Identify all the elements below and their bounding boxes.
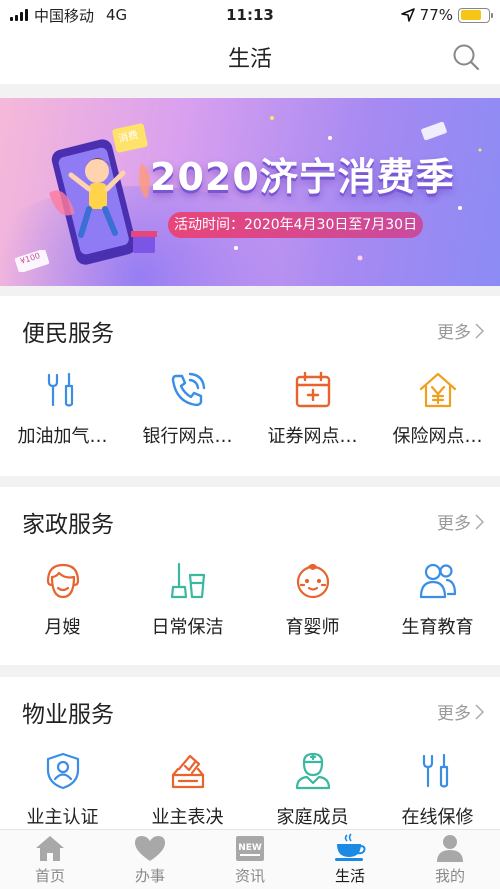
carrier-name: 中国移动 [34, 6, 95, 25]
section-header: 家政服务 更多 [0, 487, 500, 557]
service-item-nanny[interactable]: 月嫂 [0, 561, 125, 639]
network-type: 4G [106, 6, 128, 24]
tab-news[interactable]: NEW 资讯 [200, 830, 300, 889]
more-link[interactable]: 更多 [437, 699, 484, 724]
section-header: 便民服务 更多 [0, 296, 500, 366]
nurse-icon [295, 752, 330, 790]
item-label: 日常保洁 [151, 617, 224, 638]
service-item-cleaning[interactable]: 日常保洁 [125, 561, 250, 639]
item-label: 家庭成员 [276, 807, 349, 828]
service-item-babysitter[interactable]: 育婴师 [250, 561, 375, 639]
broom-bucket-icon [170, 562, 205, 599]
tab-label: 生活 [334, 867, 365, 885]
location-arrow-icon [400, 8, 415, 22]
item-label: 银行网点… [142, 426, 233, 447]
parent-child-icon [419, 563, 456, 599]
sparkle-dots [234, 116, 482, 261]
phone-icon [171, 372, 205, 407]
signal-icon [10, 9, 28, 21]
item-label: 月嫂 [44, 617, 81, 638]
section-property: 物业服务 更多 业主认证 业主表决 家庭成员 在线保修 [0, 677, 500, 829]
service-item-bank[interactable]: 银行网点… [125, 370, 250, 448]
nav-bar: 生活 [0, 30, 500, 84]
service-item-fuel[interactable]: 加油加气… [0, 370, 125, 448]
user-icon [437, 835, 463, 862]
section-title: 便民服务 [22, 321, 114, 347]
ballot-box-icon [171, 754, 204, 789]
item-label: 保险网点… [392, 426, 483, 447]
more-label: 更多 [437, 704, 471, 724]
more-link[interactable]: 更多 [437, 509, 484, 534]
svg-text:NEW: NEW [238, 843, 262, 853]
yuan-house-icon [419, 372, 456, 408]
tab-label: 我的 [434, 867, 465, 885]
page-title: 生活 [227, 47, 272, 72]
section-header: 物业服务 更多 [0, 677, 500, 747]
item-label: 业主表决 [151, 807, 224, 828]
heart-icon [135, 836, 165, 861]
service-item-parenting[interactable]: 生育教育 [375, 561, 500, 639]
calendar-icon [295, 371, 330, 408]
tab-bar: 首页 办事 NEW 资讯 生活 我的 [0, 829, 500, 889]
tab-label: 资讯 [234, 867, 265, 885]
chevron-right-icon [475, 322, 484, 339]
service-item-securities[interactable]: 证券网点… [250, 370, 375, 448]
more-link[interactable]: 更多 [437, 318, 484, 343]
service-item-owner-vote[interactable]: 业主表决 [125, 751, 250, 829]
wrench-screwdriver-icon [422, 753, 448, 788]
battery-percent: 77% [419, 6, 453, 24]
tab-mine[interactable]: 我的 [400, 830, 500, 889]
promo-banner[interactable]: 消费 ¥100 2020济宁消费季 活动时间：2020年4月30日至7月30日 [0, 98, 500, 286]
item-label: 加油加气… [17, 426, 108, 447]
tab-label: 首页 [34, 867, 65, 885]
status-bar: 中国移动 4G 11:13 77% [0, 0, 500, 30]
more-label: 更多 [437, 514, 471, 534]
search-icon[interactable] [452, 43, 480, 71]
item-label: 在线保修 [401, 807, 474, 828]
news-icon: NEW [236, 836, 264, 861]
service-item-family-members[interactable]: 家庭成员 [250, 751, 375, 829]
coffee-cup-icon [335, 833, 366, 861]
wrench-screwdriver-icon [47, 372, 73, 407]
tab-label: 办事 [134, 867, 165, 885]
tab-home[interactable]: 首页 [0, 830, 100, 889]
chevron-right-icon [475, 513, 484, 530]
service-item-owner-auth[interactable]: 业主认证 [0, 751, 125, 829]
item-label: 证券网点… [267, 426, 358, 447]
section-title: 家政服务 [22, 512, 114, 538]
shield-user-icon [46, 752, 79, 790]
item-label: 生育教育 [401, 617, 474, 638]
service-item-online-repair[interactable]: 在线保修 [375, 751, 500, 829]
home-icon [36, 836, 64, 861]
tab-life[interactable]: 生活 [300, 830, 400, 889]
section-housekeeping: 家政服务 更多 月嫂 日常保洁 育婴师 生育教育 [0, 487, 500, 665]
tab-affairs[interactable]: 办事 [100, 830, 200, 889]
item-label: 业主认证 [26, 807, 99, 828]
service-item-insurance[interactable]: 保险网点… [375, 370, 500, 448]
chevron-right-icon [475, 703, 484, 720]
battery-icon [458, 7, 493, 23]
nanny-face-icon [46, 563, 79, 599]
baby-face-icon [296, 563, 329, 599]
section-convenience: 便民服务 更多 加油加气… 银行网点… 证券网点… 保险网点… [0, 296, 500, 476]
section-title: 物业服务 [22, 702, 114, 728]
more-label: 更多 [437, 323, 471, 343]
item-label: 育婴师 [285, 617, 340, 638]
